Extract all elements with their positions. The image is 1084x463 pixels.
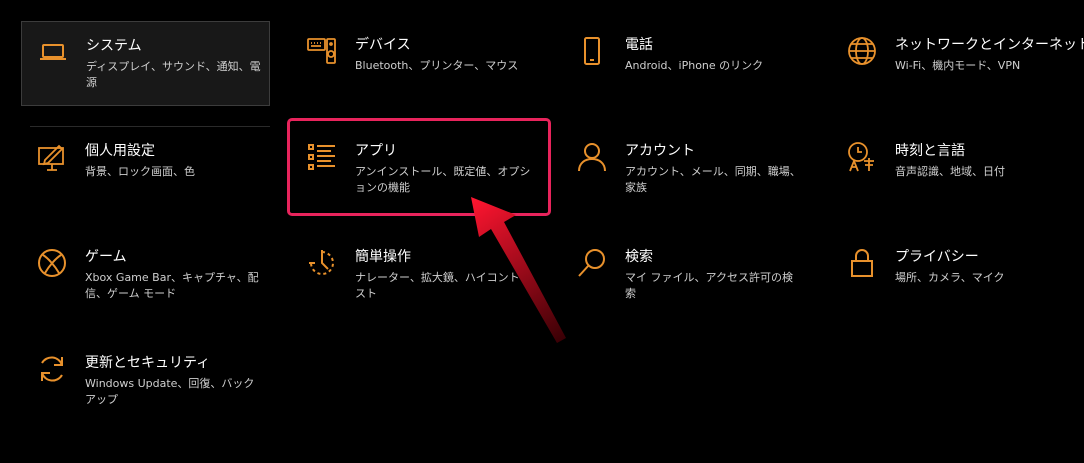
annotation-arrow bbox=[471, 197, 566, 343]
